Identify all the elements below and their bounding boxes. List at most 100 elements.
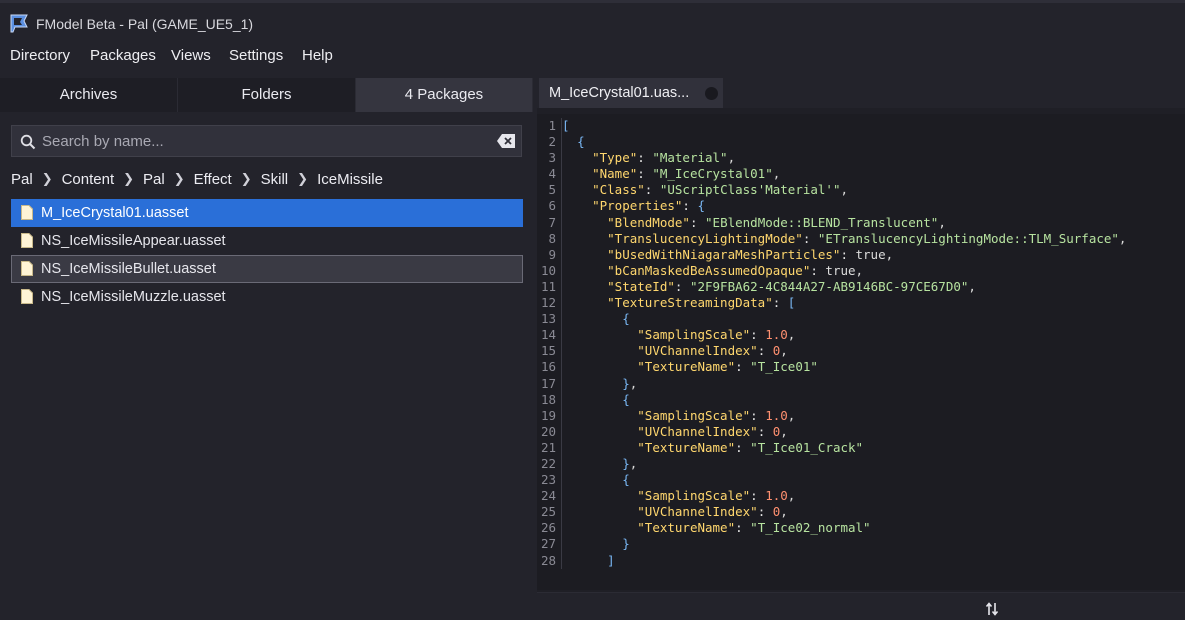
document-tabs: M_IceCrystal01.uas... <box>537 76 1185 108</box>
close-icon[interactable] <box>705 87 718 100</box>
code-line: [ <box>562 118 570 133</box>
chevron-right-icon: ❯ <box>173 171 185 186</box>
code-editor[interactable]: 1 2 3 4 5 6 7 8 9 10 11 12 13 14 15 16 17 18 19 20 21 22 23 24 2… <box>537 114 1185 590</box>
breadcrumb-item[interactable]: Skill <box>261 171 289 188</box>
line-number: 21 <box>540 439 556 455</box>
file-icon <box>21 233 33 248</box>
line-number: 2 <box>548 134 556 150</box>
tab-archives[interactable]: Archives <box>0 78 178 112</box>
list-item[interactable]: NS_IceMissileMuzzle.uasset <box>11 283 523 311</box>
line-number: 1 <box>548 118 556 133</box>
code-line: "TextureName": "T_Ice01" <box>637 359 818 375</box>
search-box <box>11 125 522 157</box>
line-number: 4 <box>548 166 556 182</box>
code-line: "Name": "M_IceCrystal01", <box>592 166 781 182</box>
line-number: 6 <box>548 198 556 214</box>
file-name: NS_IceMissileAppear.uasset <box>41 233 226 249</box>
chevron-right-icon: ❯ <box>41 171 53 186</box>
code-line: "SamplingScale": 1.0, <box>637 407 796 423</box>
file-list: M_IceCrystal01.uasset NS_IceMissileAppea… <box>11 199 523 311</box>
code-content: [ { "Type": "Material", "Name": "M_IceCr… <box>561 118 1126 569</box>
code-line: "bCanMaskedBeAssumedOpaque": true, <box>607 262 864 278</box>
line-number: 3 <box>548 150 556 166</box>
line-number: 9 <box>548 246 556 262</box>
breadcrumb: Pal ❯ Content ❯ Pal ❯ Effect ❯ Skill ❯ I… <box>11 169 383 189</box>
code-line: { <box>577 134 585 150</box>
code-line: }, <box>622 375 638 391</box>
file-name: NS_IceMissileBullet.uasset <box>41 261 216 277</box>
breadcrumb-item[interactable]: Content <box>62 171 115 188</box>
breadcrumb-item[interactable]: Pal <box>11 171 33 188</box>
file-name: NS_IceMissileMuzzle.uasset <box>41 289 226 305</box>
menu-packages[interactable]: Packages <box>90 47 156 64</box>
chevron-right-icon: ❯ <box>240 171 252 186</box>
code-line: }, <box>622 455 638 471</box>
line-number: 7 <box>548 214 556 230</box>
menu-bar: Directory Packages Views Settings Help <box>0 42 1185 76</box>
line-number: 15 <box>540 343 556 359</box>
code-line: "SamplingScale": 1.0, <box>637 327 796 343</box>
line-number: 19 <box>540 407 556 423</box>
menu-help[interactable]: Help <box>302 47 333 64</box>
tab-packages[interactable]: 4 Packages <box>356 78 533 112</box>
line-number: 26 <box>540 520 556 536</box>
sort-arrows-icon[interactable] <box>985 601 999 617</box>
search-icon <box>20 134 36 150</box>
line-number: 5 <box>548 182 556 198</box>
tab-folders[interactable]: Folders <box>178 78 356 112</box>
clear-icon[interactable] <box>496 133 516 149</box>
code-line: { <box>622 472 630 488</box>
line-number: 24 <box>540 488 556 504</box>
title-bar: FModel Beta - Pal (GAME_UE5_1) <box>0 0 1185 42</box>
code-line: "BlendMode": "EBlendMode::BLEND_Transluc… <box>607 214 946 230</box>
file-icon <box>21 261 33 276</box>
line-number: 14 <box>540 327 556 343</box>
file-icon <box>21 289 33 304</box>
code-line: "TextureStreamingData": [ <box>607 295 796 311</box>
code-line: "Class": "UScriptClass'Material'", <box>592 182 849 198</box>
line-number: 18 <box>540 391 556 407</box>
breadcrumb-item[interactable]: IceMissile <box>317 171 383 188</box>
window-title: FModel Beta - Pal (GAME_UE5_1) <box>36 16 254 32</box>
explorer-tabs: Archives Folders 4 Packages <box>0 78 533 112</box>
line-number: 10 <box>540 262 556 278</box>
code-line: "TextureName": "T_Ice02_normal" <box>637 520 871 536</box>
menu-settings[interactable]: Settings <box>229 47 283 64</box>
code-line: "UVChannelIndex": 0, <box>637 423 788 439</box>
code-line: "StateId": "2F9FBA62-4C844A27-AB9146BC-9… <box>607 278 976 294</box>
menu-views[interactable]: Views <box>171 47 211 64</box>
code-line: } <box>622 536 630 552</box>
document-tab-label: M_IceCrystal01.uas... <box>549 85 690 101</box>
line-number: 17 <box>540 375 556 391</box>
tab-document[interactable]: M_IceCrystal01.uas... <box>539 78 723 108</box>
code-line: "Properties": { <box>592 198 706 214</box>
code-line: "SamplingScale": 1.0, <box>637 488 796 504</box>
line-number: 8 <box>548 230 556 246</box>
code-line: { <box>622 311 630 327</box>
file-icon <box>21 205 33 220</box>
search-input[interactable] <box>42 126 482 156</box>
chevron-right-icon: ❯ <box>123 171 135 186</box>
code-line: "Type": "Material", <box>592 150 736 166</box>
code-line: "TextureName": "T_Ice01_Crack" <box>637 439 864 455</box>
line-number: 12 <box>540 295 556 311</box>
line-number: 11 <box>540 278 556 294</box>
breadcrumb-item[interactable]: Effect <box>194 171 232 188</box>
list-item[interactable]: NS_IceMissileAppear.uasset <box>11 227 523 255</box>
line-number: 22 <box>540 455 556 471</box>
code-line: "UVChannelIndex": 0, <box>637 504 788 520</box>
breadcrumb-item[interactable]: Pal <box>143 171 165 188</box>
line-number: 27 <box>540 536 556 552</box>
explorer-pane: Archives Folders 4 Packages Pal ❯ Conten… <box>0 78 533 620</box>
file-name: M_IceCrystal01.uasset <box>41 205 189 221</box>
line-number: 13 <box>540 311 556 327</box>
list-item[interactable]: NS_IceMissileBullet.uasset <box>11 255 523 283</box>
app-logo-icon <box>10 14 28 33</box>
code-line: { <box>622 391 630 407</box>
code-line: "UVChannelIndex": 0, <box>637 343 788 359</box>
list-item[interactable]: M_IceCrystal01.uasset <box>11 199 523 227</box>
chevron-right-icon: ❯ <box>297 171 309 186</box>
line-number: 23 <box>540 472 556 488</box>
line-number: 16 <box>540 359 556 375</box>
menu-directory[interactable]: Directory <box>10 47 70 64</box>
